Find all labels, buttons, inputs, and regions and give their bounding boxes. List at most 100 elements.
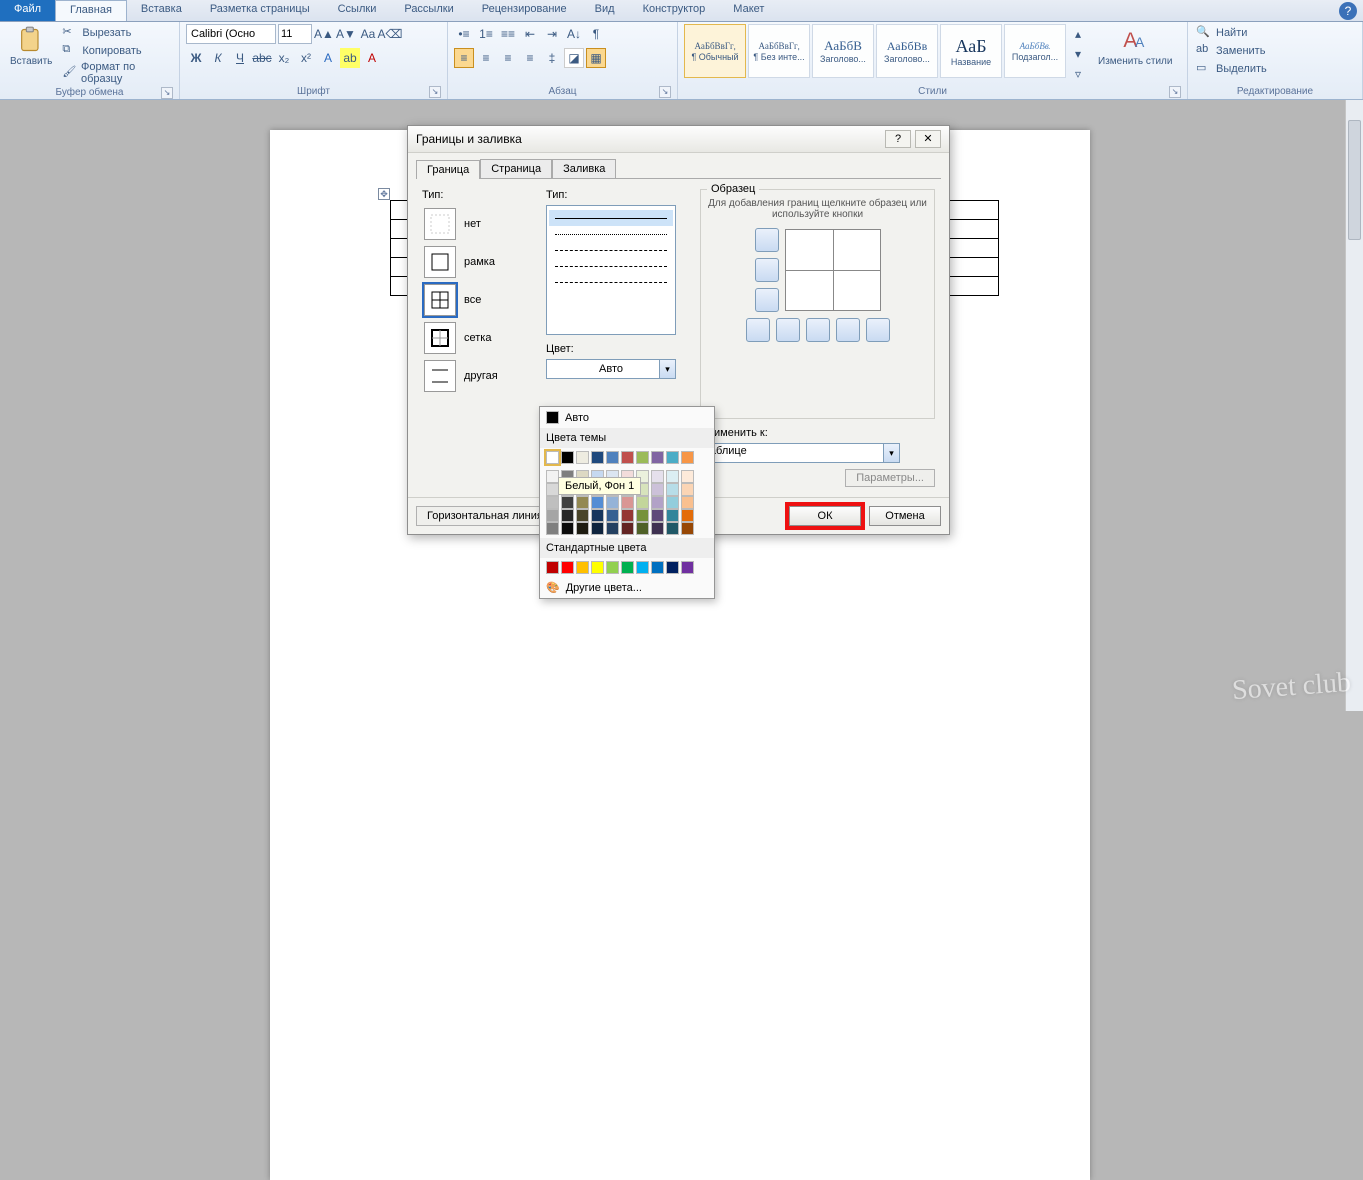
ok-button[interactable]: ОК (789, 506, 861, 526)
scrollbar-thumb[interactable] (1348, 120, 1361, 240)
preview-sample[interactable] (785, 229, 881, 311)
shrink-font-button[interactable]: A▼ (336, 24, 356, 44)
style-heading2[interactable]: АаБбВвЗаголово... (876, 24, 938, 78)
color-swatch[interactable] (606, 496, 619, 509)
color-swatch[interactable] (546, 509, 559, 522)
table-move-handle[interactable]: ✥ (378, 188, 390, 200)
styles-launcher[interactable]: ↘ (1169, 86, 1181, 98)
color-swatch[interactable] (636, 496, 649, 509)
align-left-button[interactable]: ≡ (454, 48, 474, 68)
tab-design[interactable]: Конструктор (629, 0, 720, 21)
preview-top-border-button[interactable] (755, 228, 779, 252)
color-swatch[interactable] (621, 496, 634, 509)
numbering-button[interactable]: 1≡ (476, 24, 496, 44)
superscript-button[interactable]: x² (296, 48, 316, 68)
paste-button[interactable]: Вставить (6, 24, 56, 69)
setting-all[interactable]: все (422, 281, 532, 319)
color-swatch[interactable] (636, 561, 649, 574)
setting-custom[interactable]: другая (422, 357, 532, 395)
justify-button[interactable]: ≡ (520, 48, 540, 68)
find-button[interactable]: 🔍Найти (1194, 24, 1249, 42)
color-swatch[interactable] (576, 451, 589, 464)
preview-left-border-button[interactable] (776, 318, 800, 342)
bullets-button[interactable]: •≡ (454, 24, 474, 44)
color-swatch[interactable] (621, 522, 634, 535)
color-swatch[interactable] (666, 522, 679, 535)
style-nospacing[interactable]: АаБбВвГг,¶ Без инте... (748, 24, 810, 78)
paragraph-launcher[interactable]: ↘ (659, 86, 671, 98)
color-swatch[interactable] (681, 522, 694, 535)
align-center-button[interactable]: ≡ (476, 48, 496, 68)
preview-right-border-button[interactable] (836, 318, 860, 342)
line-style-dashdot[interactable] (549, 274, 673, 290)
color-swatch[interactable] (606, 451, 619, 464)
color-swatch[interactable] (561, 496, 574, 509)
color-swatch[interactable] (666, 470, 679, 483)
options-button[interactable]: Параметры... (845, 469, 935, 487)
styles-gallery[interactable]: АаБбВвГг,¶ Обычный АаБбВвГг,¶ Без инте..… (684, 24, 1066, 78)
color-swatch[interactable] (606, 522, 619, 535)
tab-layout[interactable]: Макет (719, 0, 778, 21)
decrease-indent-button[interactable]: ⇤ (520, 24, 540, 44)
increase-indent-button[interactable]: ⇥ (542, 24, 562, 44)
color-swatch[interactable] (666, 509, 679, 522)
style-normal[interactable]: АаБбВвГг,¶ Обычный (684, 24, 746, 78)
dialog-help-button[interactable]: ? (885, 130, 911, 148)
cut-button[interactable]: ✂Вырезать (60, 24, 173, 42)
color-swatch[interactable] (606, 561, 619, 574)
color-swatch[interactable] (576, 522, 589, 535)
borders-button[interactable]: ▦ (586, 48, 606, 68)
select-button[interactable]: ▭Выделить (1194, 60, 1269, 78)
color-swatch[interactable] (666, 451, 679, 464)
line-style-dotted[interactable] (549, 226, 673, 242)
subscript-button[interactable]: x₂ (274, 48, 294, 68)
line-style-dashed[interactable] (549, 258, 673, 274)
more-colors[interactable]: 🎨Другие цвета... (540, 577, 714, 598)
highlight-button[interactable]: ab (340, 48, 360, 68)
clipboard-launcher[interactable]: ↘ (161, 87, 173, 99)
color-swatch[interactable] (651, 522, 664, 535)
preview-diag1-button[interactable] (746, 318, 770, 342)
file-tab[interactable]: Файл (0, 0, 55, 21)
preview-bottom-border-button[interactable] (755, 288, 779, 312)
grow-font-button[interactable]: A▲ (314, 24, 334, 44)
preview-hmiddle-border-button[interactable] (755, 258, 779, 282)
apply-to-combo[interactable]: таблице▾ (700, 443, 900, 463)
strikethrough-button[interactable]: abc (252, 48, 272, 68)
color-swatch[interactable] (651, 451, 664, 464)
line-style-list[interactable] (546, 205, 676, 335)
setting-grid[interactable]: сетка (422, 319, 532, 357)
tab-insert[interactable]: Вставка (127, 0, 196, 21)
line-style-solid[interactable] (549, 210, 673, 226)
color-swatch[interactable] (591, 509, 604, 522)
color-swatch[interactable] (561, 509, 574, 522)
color-swatch[interactable] (666, 483, 679, 496)
font-launcher[interactable]: ↘ (429, 86, 441, 98)
color-swatch[interactable] (681, 509, 694, 522)
preview-diag2-button[interactable] (866, 318, 890, 342)
color-swatch[interactable] (636, 451, 649, 464)
color-swatch[interactable] (591, 496, 604, 509)
italic-button[interactable]: К (208, 48, 228, 68)
font-family-combo[interactable] (186, 24, 276, 44)
line-spacing-button[interactable]: ‡ (542, 48, 562, 68)
underline-button[interactable]: Ч (230, 48, 250, 68)
copy-button[interactable]: ⧉Копировать (60, 42, 173, 60)
font-size-combo[interactable] (278, 24, 312, 44)
sort-button[interactable]: A↓ (564, 24, 584, 44)
dialog-tab-page[interactable]: Страница (480, 159, 552, 178)
dialog-tab-border[interactable]: Граница (416, 160, 480, 179)
vertical-scrollbar[interactable] (1345, 100, 1363, 711)
color-swatch[interactable] (621, 451, 634, 464)
tab-view[interactable]: Вид (581, 0, 629, 21)
color-swatch[interactable] (576, 561, 589, 574)
color-swatch[interactable] (651, 496, 664, 509)
change-case-button[interactable]: Aa (358, 24, 378, 44)
color-swatch[interactable] (591, 522, 604, 535)
color-swatch[interactable] (651, 509, 664, 522)
color-auto[interactable]: Авто (540, 407, 714, 428)
tab-page-layout[interactable]: Разметка страницы (196, 0, 324, 21)
bold-button[interactable]: Ж (186, 48, 206, 68)
color-swatch[interactable] (561, 561, 574, 574)
color-swatch[interactable] (681, 561, 694, 574)
